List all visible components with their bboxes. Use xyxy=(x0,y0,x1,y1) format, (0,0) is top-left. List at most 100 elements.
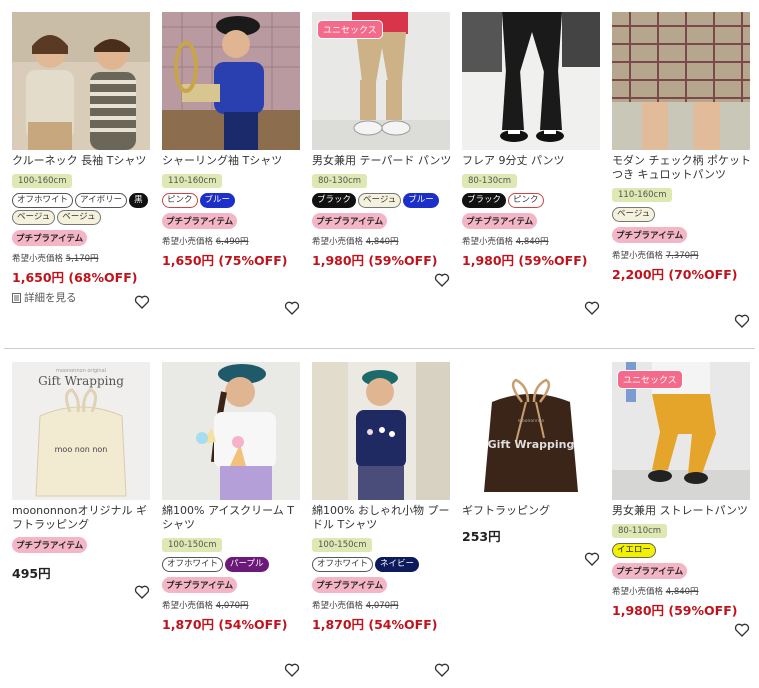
color-chip: ベージュ xyxy=(358,193,402,208)
size-range: 100-150cm xyxy=(312,538,373,552)
rrp-line: 希望小売価格 6,490円 xyxy=(162,235,302,247)
product-name[interactable]: モダン チェック柄 ポケットつき キュロットパンツ xyxy=(612,154,752,182)
rrp-label: 希望小売価格 xyxy=(462,237,514,247)
color-chip: オフホワイト xyxy=(162,557,224,572)
color-chips: ベージュ xyxy=(612,207,759,222)
product-card[interactable]: moononnon Gift Wrapping ギフトラッピング 253円 xyxy=(462,362,602,545)
product-name[interactable]: 男女兼用 テーパード パンツ xyxy=(312,154,452,168)
size-range: 100-160cm xyxy=(12,174,73,188)
rrp-label: 希望小売価格 xyxy=(312,237,364,247)
size-range: 80-110cm xyxy=(612,524,668,538)
product-name[interactable]: 綿100% おしゃれ小物 プードル Tシャツ xyxy=(312,504,452,532)
product-image[interactable] xyxy=(312,362,450,500)
color-chip: ネイビー xyxy=(375,557,420,572)
color-chips: ブラック ベージュ ブルー xyxy=(312,193,462,208)
rrp-value: 4,070円 xyxy=(215,601,249,611)
petit-price-badge: プチプラアイテム xyxy=(312,577,388,593)
rrp-label: 希望小売価格 xyxy=(612,251,664,261)
sale-price: 1,870円 (54%OFF) xyxy=(162,617,288,632)
product-card[interactable]: モダン チェック柄 ポケットつき キュロットパンツ 110-160cm ベージュ… xyxy=(612,12,752,283)
product-name[interactable]: moononnonオリジナル ギフトラッピング xyxy=(12,504,152,532)
rrp-label: 希望小売価格 xyxy=(312,601,364,611)
petit-price-badge: プチプラアイテム xyxy=(612,227,688,243)
favorite-heart-icon[interactable] xyxy=(134,294,150,310)
color-chip: アイボリー xyxy=(75,193,128,208)
product-photo xyxy=(162,362,300,500)
sale-price: 1,980円 (59%OFF) xyxy=(612,603,738,618)
size-range: 80-130cm xyxy=(462,174,518,188)
petit-price-badge: プチプラアイテム xyxy=(162,577,238,593)
product-name[interactable]: シャーリング袖 Tシャツ xyxy=(162,154,302,168)
unisex-tag: ユニセックス xyxy=(317,20,383,39)
color-chips: オフホワイト ネイビー xyxy=(312,557,462,572)
product-card[interactable]: 綿100% おしゃれ小物 プードル Tシャツ 100-150cm オフホワイト … xyxy=(312,362,452,633)
rrp-line: 希望小売価格 4,840円 xyxy=(612,585,752,597)
favorite-heart-icon[interactable] xyxy=(734,622,750,638)
rrp-value: 5,170円 xyxy=(65,254,99,264)
rrp-line: 希望小売価格 5,170円 xyxy=(12,252,152,264)
product-card[interactable]: シャーリング袖 Tシャツ 110-160cm ピンク ブルー プチプラアイテム … xyxy=(162,12,302,269)
product-card[interactable]: moononnon original Gift Wrapping moo non… xyxy=(12,362,152,582)
color-chip: ベージュ xyxy=(12,210,56,225)
color-chips: ブラック ピンク xyxy=(462,193,612,208)
color-chip: ピンク xyxy=(162,193,198,208)
unisex-tag: ユニセックス xyxy=(617,370,683,389)
product-image[interactable] xyxy=(162,12,300,150)
color-chip: ブルー xyxy=(403,193,439,208)
color-chip: オフホワイト xyxy=(312,557,374,572)
color-chips: オフホワイト パープル xyxy=(162,557,312,572)
gift-wrap-brand-text: moononnon xyxy=(518,419,545,424)
rrp-value: 4,840円 xyxy=(365,237,399,247)
product-image[interactable] xyxy=(12,12,150,150)
gift-wrap-bag-text: moo non non xyxy=(55,445,108,454)
favorite-heart-icon[interactable] xyxy=(584,300,600,316)
product-image[interactable] xyxy=(462,12,600,150)
rrp-line: 希望小売価格 7,370円 xyxy=(612,249,752,261)
product-photo xyxy=(612,12,750,150)
detail-link[interactable]: 詳細を見る xyxy=(12,290,152,305)
product-card[interactable]: ユニセックス 男女兼用 ストレートパンツ 80-110cm イエロー プチプラア… xyxy=(612,362,752,619)
size-range: 100-150cm xyxy=(162,538,223,552)
sale-price: 1,980円 (59%OFF) xyxy=(312,253,438,268)
document-icon xyxy=(12,292,21,303)
color-chips: ピンク ブルー xyxy=(162,193,312,208)
product-image[interactable]: ユニセックス xyxy=(312,12,450,150)
product-photo xyxy=(162,12,300,150)
favorite-heart-icon[interactable] xyxy=(734,313,750,329)
petit-price-badge: プチプラアイテム xyxy=(312,213,388,229)
product-photo: moononnon Gift Wrapping xyxy=(462,362,600,500)
favorite-heart-icon[interactable] xyxy=(284,300,300,316)
favorite-heart-icon[interactable] xyxy=(434,662,450,678)
product-name[interactable]: 男女兼用 ストレートパンツ xyxy=(612,504,752,518)
product-card[interactable]: 綿100% アイスクリーム Tシャツ 100-150cm オフホワイト パープル… xyxy=(162,362,302,633)
size-range: 80-130cm xyxy=(312,174,368,188)
product-image[interactable] xyxy=(612,12,750,150)
sale-price: 1,650円 (68%OFF) xyxy=(12,270,138,285)
product-name[interactable]: クルーネック 長袖 Tシャツ xyxy=(12,154,152,168)
favorite-heart-icon[interactable] xyxy=(434,272,450,288)
favorite-heart-icon[interactable] xyxy=(134,584,150,600)
petit-price-badge: プチプラアイテム xyxy=(12,537,88,553)
product-photo xyxy=(462,12,600,150)
product-name[interactable]: フレア 9分丈 パンツ xyxy=(462,154,602,168)
gift-wrap-title-text: Gift Wrapping xyxy=(38,374,124,388)
rrp-label: 希望小売価格 xyxy=(12,254,64,264)
rrp-label: 希望小売価格 xyxy=(612,587,664,597)
product-image[interactable]: moononnon Gift Wrapping xyxy=(462,362,600,500)
product-name[interactable]: ギフトラッピング xyxy=(462,504,602,518)
color-chip: ブラック xyxy=(462,193,507,208)
product-image[interactable] xyxy=(162,362,300,500)
size-range: 110-160cm xyxy=(162,174,223,188)
product-card[interactable]: ユニセックス 男女兼用 テーパード パンツ 80-130cm ブラック ベージュ… xyxy=(312,12,452,269)
product-name[interactable]: 綿100% アイスクリーム Tシャツ xyxy=(162,504,302,532)
product-card[interactable]: フレア 9分丈 パンツ 80-130cm ブラック ピンク プチプラアイテム 希… xyxy=(462,12,602,269)
product-image[interactable]: ユニセックス xyxy=(612,362,750,500)
favorite-heart-icon[interactable] xyxy=(284,662,300,678)
row-divider xyxy=(4,348,755,349)
product-card[interactable]: クルーネック 長袖 Tシャツ 100-160cm オフホワイト アイボリー 黒 … xyxy=(12,12,152,305)
favorite-heart-icon[interactable] xyxy=(584,551,600,567)
product-image[interactable]: moononnon original Gift Wrapping moo non… xyxy=(12,362,150,500)
petit-price-badge: プチプラアイテム xyxy=(12,230,88,246)
rrp-line: 希望小売価格 4,840円 xyxy=(312,235,452,247)
rrp-value: 4,840円 xyxy=(665,587,699,597)
